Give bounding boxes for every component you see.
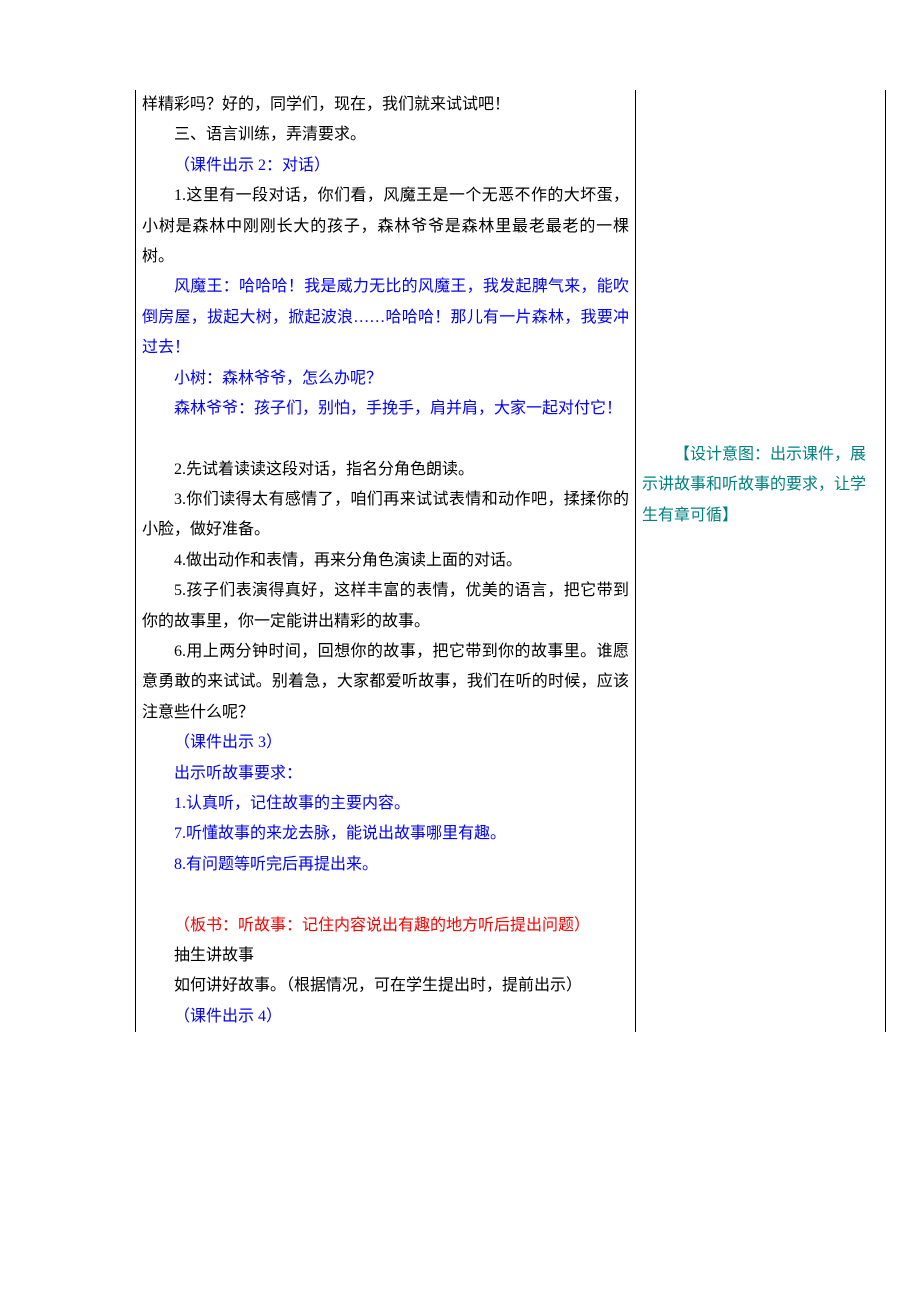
heading-section-3: 三、语言训练，弄清要求。 (142, 120, 629, 150)
courseware-note-4: （课件出示 4） (142, 1002, 629, 1032)
listen-req-8: 8.有问题等听完后再提出来。 (142, 850, 629, 880)
listen-req-1: 1.认真听，记住故事的主要内容。 (142, 789, 629, 819)
para-item-6: 6.用上两分钟时间，回想你的故事，把它带到你的故事里。谁愿意勇敢的来试试。别着急… (142, 637, 629, 728)
blank-line (142, 424, 629, 454)
para-item-4: 4.做出动作和表情，再来分角色演读上面的对话。 (142, 546, 629, 576)
dialogue-fengmowang: 风魔王：哈哈哈！我是威力无比的风魔王，我发起脾气来，能吹倒房屋，拔起大树，掀起波… (142, 272, 629, 363)
courseware-note-2: （课件出示 2：对话） (142, 151, 629, 181)
dialogue-xiaoshu: 小树：森林爷爷，怎么办呢？ (142, 364, 629, 394)
para-item-1: 1.这里有一段对话，你们看，风魔王是一个无恶不作的大坏蛋，小树是森林中刚刚长大的… (142, 181, 629, 272)
para-item-5: 5.孩子们表演得真好，这样丰富的表情，优美的语言，把它带到你的故事里，你一定能讲… (142, 576, 629, 637)
para-pick-student: 抽生讲故事 (142, 941, 629, 971)
design-intent-note: 【设计意图：出示课件，展示讲故事和听故事的要求，让学生有章可循】 (642, 440, 879, 531)
side-note-cell: 【设计意图：出示课件，展示讲故事和听故事的要求，让学生有章可循】 (636, 90, 886, 1032)
board-note: （板书：听故事：记住内容说出有趣的地方听后提出问题） (142, 911, 629, 941)
para-how-to-tell: 如何讲好故事。（根据情况，可在学生提出时，提前出示） (142, 971, 629, 1001)
blank-line-2 (142, 880, 629, 910)
main-content-cell: 样精彩吗？好的，同学们，现在，我们就来试试吧！ 三、语言训练，弄清要求。 （课件… (136, 90, 636, 1032)
para-item-2: 2.先试着读读这段对话，指名分角色朗读。 (142, 455, 629, 485)
dialogue-senlinyeye: 森林爷爷：孩子们，别怕，手挽手，肩并肩，大家一起对付它！ (142, 394, 629, 424)
listen-req-7: 7.听懂故事的来龙去脉，能说出故事哪里有趣。 (142, 819, 629, 849)
para-item-3: 3.你们读得太有感情了，咱们再来试试表情和动作吧，揉揉你的小脸，做好准备。 (142, 485, 629, 546)
para-1: 样精彩吗？好的，同学们，现在，我们就来试试吧！ (142, 90, 629, 120)
listen-req-heading: 出示听故事要求： (142, 759, 629, 789)
courseware-note-3: （课件出示 3） (142, 728, 629, 758)
